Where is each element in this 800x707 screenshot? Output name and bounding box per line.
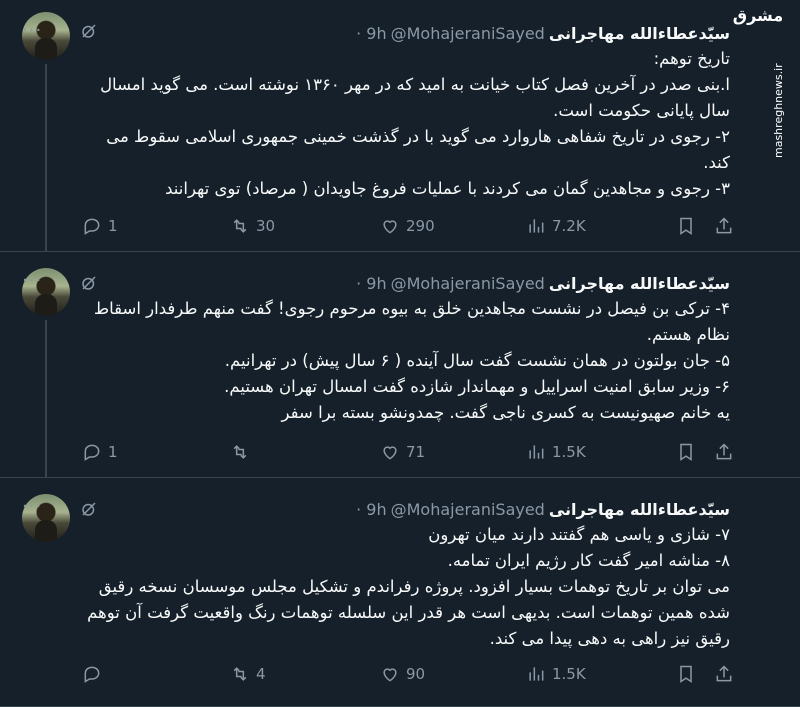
action-bar: 1 71 1.5K [0, 442, 800, 464]
reply-button[interactable]: 1 [82, 216, 118, 236]
share-button[interactable] [714, 216, 734, 236]
views-button[interactable]: 7.2K [526, 216, 586, 236]
reply-icon [84, 218, 100, 235]
bookmark-button[interactable] [676, 664, 696, 684]
grok-icon[interactable] [80, 500, 98, 518]
retweet-count: 4 [256, 665, 266, 683]
reply-icon [84, 444, 100, 461]
views-count: 1.5K [552, 665, 586, 683]
share-button[interactable] [714, 664, 734, 684]
display-name[interactable]: سیّدعطاءالله مهاجرانی [549, 500, 730, 519]
retweet-icon [233, 667, 247, 681]
tweet[interactable]: ··· · 9h @MohajeraniSayed سیّدعطاءالله م… [0, 0, 800, 252]
reply-count: 1 [108, 217, 118, 235]
more-icon[interactable]: ··· [22, 496, 42, 517]
action-bar: 4 90 1.5K [0, 664, 800, 686]
tweet[interactable]: ··· · 9h @MohajeraniSayed سیّدعطاءالله م… [0, 478, 800, 707]
views-button[interactable]: 1.5K [526, 442, 586, 462]
retweet-icon [233, 445, 247, 459]
grok-icon[interactable] [80, 22, 98, 40]
retweet-button[interactable] [230, 442, 256, 462]
views-count: 7.2K [552, 217, 586, 235]
views-icon [529, 445, 544, 459]
tweet-text: تاریخ توهم: ا.بنی صدر در آخرین فصل کتاب … [100, 49, 730, 198]
display-name[interactable]: سیّدعطاءالله مهاجرانی [549, 274, 730, 293]
heart-icon [383, 668, 397, 682]
timestamp[interactable]: · 9h [356, 500, 387, 519]
reply-button[interactable] [82, 664, 108, 684]
views-icon [529, 219, 544, 233]
reply-button[interactable]: 1 [82, 442, 118, 462]
heart-icon [383, 446, 397, 460]
bookmark-button[interactable] [676, 442, 696, 462]
share-icon [716, 443, 732, 460]
views-count: 1.5K [552, 443, 586, 461]
views-icon [529, 667, 544, 681]
like-count: 90 [406, 665, 426, 683]
retweet-count: 30 [256, 217, 276, 235]
share-icon [716, 665, 732, 682]
tweet-header: · 9h @MohajeraniSayed سیّدعطاءالله مهاجر… [356, 498, 730, 520]
action-bar: 1 30 290 7.2K [0, 216, 800, 238]
grok-icon[interactable] [80, 274, 98, 292]
display-name[interactable]: سیّدعطاءالله مهاجرانی [549, 24, 730, 43]
reply-icon [84, 666, 100, 683]
bookmark-button[interactable] [676, 216, 696, 236]
bookmark-icon [680, 217, 692, 235]
share-button[interactable] [714, 442, 734, 462]
like-button[interactable]: 71 [380, 442, 425, 462]
heart-icon [383, 220, 397, 234]
reply-count: 1 [108, 443, 118, 461]
more-icon[interactable]: ··· [22, 270, 42, 291]
like-count: 290 [406, 217, 435, 235]
handle[interactable]: @MohajeraniSayed [391, 500, 545, 519]
tweet-header: · 9h @MohajeraniSayed سیّدعطاءالله مهاجر… [356, 272, 730, 294]
timestamp[interactable]: · 9h [356, 24, 387, 43]
tweet-text: ۷- شازی و یاسی هم گفتند دارند میان تهرون… [87, 525, 730, 648]
tweet-text: ۴- ترکی بن فیصل در نشست مجاهدین خلق به ب… [93, 299, 730, 422]
tweet[interactable]: ··· · 9h @MohajeraniSayed سیّدعطاءالله م… [0, 252, 800, 478]
bookmark-icon [680, 665, 692, 683]
like-count: 71 [406, 443, 426, 461]
retweet-icon [233, 219, 247, 233]
retweet-button[interactable]: 4 [230, 664, 266, 684]
handle[interactable]: @MohajeraniSayed [391, 274, 545, 293]
timestamp[interactable]: · 9h [356, 274, 387, 293]
views-button[interactable]: 1.5K [526, 664, 586, 684]
bookmark-icon [680, 443, 692, 461]
like-button[interactable]: 90 [380, 664, 425, 684]
more-icon[interactable]: ··· [22, 20, 42, 41]
handle[interactable]: @MohajeraniSayed [391, 24, 545, 43]
like-button[interactable]: 290 [380, 216, 435, 236]
tweet-header: · 9h @MohajeraniSayed سیّدعطاءالله مهاجر… [356, 22, 730, 44]
share-icon [716, 217, 732, 234]
retweet-button[interactable]: 30 [230, 216, 275, 236]
